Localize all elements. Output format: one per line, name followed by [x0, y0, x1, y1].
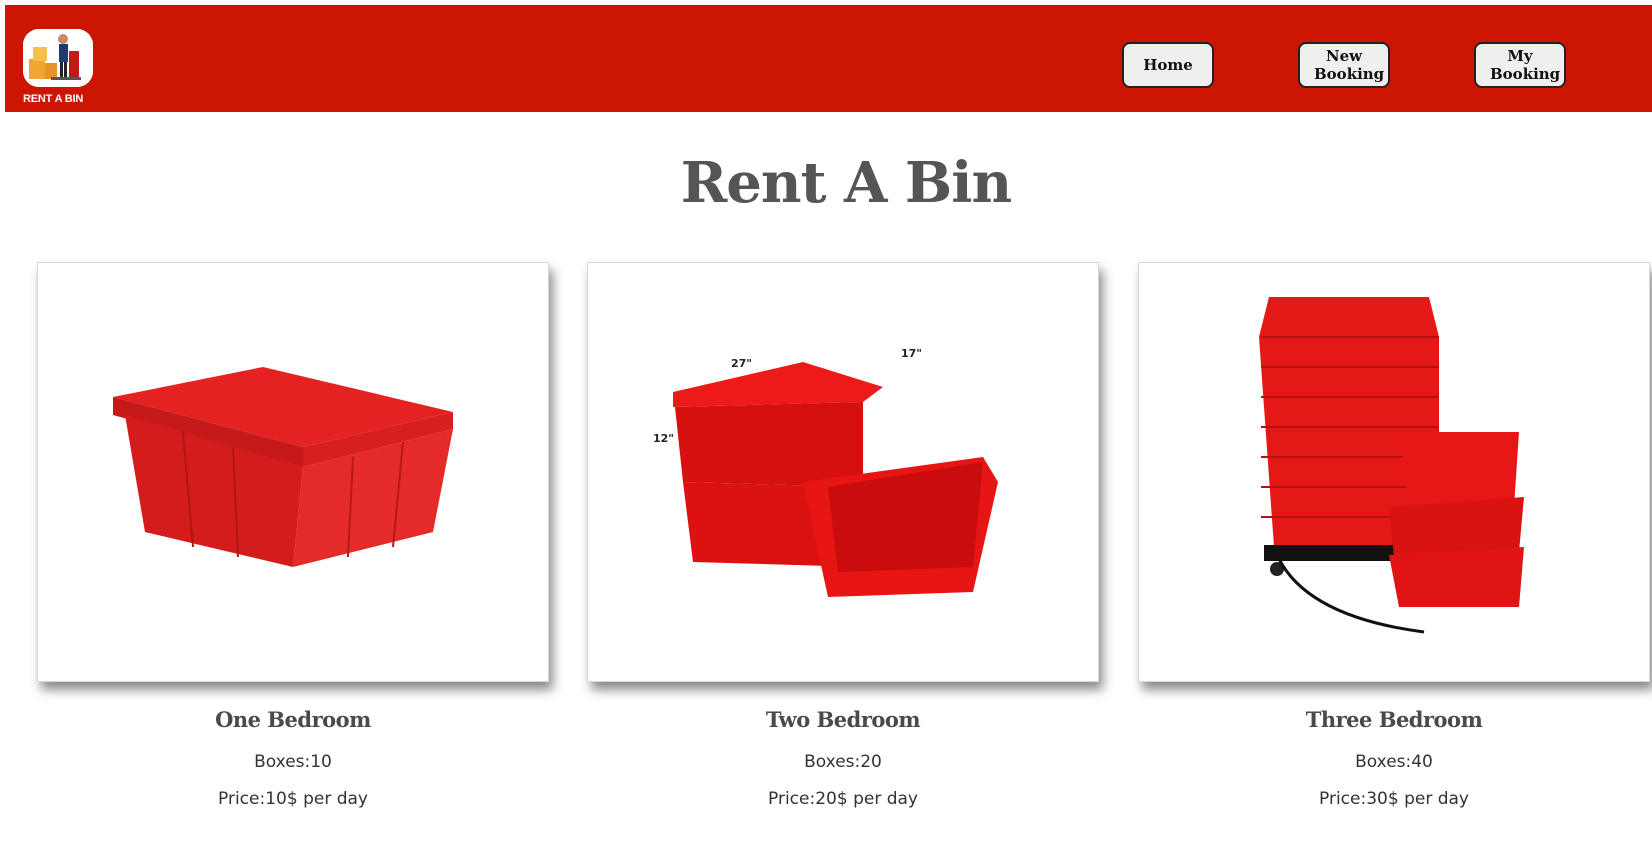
- svg-text:12": 12": [653, 432, 674, 445]
- top-navbar: RENT A BIN Home New Booking My Booking: [5, 5, 1652, 112]
- nav-new-booking-button[interactable]: New Booking: [1298, 42, 1390, 88]
- card-boxes: Boxes:40: [1355, 752, 1433, 772]
- card-boxes: Boxes:20: [804, 752, 882, 772]
- svg-text:17": 17": [901, 347, 922, 360]
- card-boxes: Boxes:10: [254, 752, 332, 772]
- page-title: Rent A Bin: [680, 150, 1013, 216]
- svg-text:27": 27": [731, 357, 752, 370]
- card-price: Price:10$ per day: [218, 789, 368, 809]
- nav-my-booking-label: My Booking: [1490, 47, 1561, 83]
- tall-bin-stack-icon: [1259, 297, 1524, 634]
- card-price: Price:30$ per day: [1319, 789, 1469, 809]
- card-image[interactable]: [1138, 262, 1650, 682]
- brand-name: RENT A BIN: [23, 93, 84, 105]
- card-price: Price:20$ per day: [768, 789, 918, 809]
- card-title: One Bedroom: [215, 707, 371, 732]
- card-image[interactable]: [37, 262, 549, 682]
- nav-new-booking-label: New Booking: [1314, 47, 1385, 83]
- card-title: Three Bedroom: [1305, 707, 1483, 732]
- nav-home-label: Home: [1143, 56, 1193, 74]
- plan-card-three-bedroom[interactable]: Three Bedroom Boxes:40 Price:30$ per day: [1138, 262, 1650, 809]
- card-image[interactable]: 27" 17" 12": [587, 262, 1099, 682]
- stacked-red-bins-icon: 27" 17" 12": [653, 347, 998, 597]
- plan-card-one-bedroom[interactable]: One Bedroom Boxes:10 Price:10$ per day: [37, 262, 549, 809]
- nav-my-booking-button[interactable]: My Booking: [1474, 42, 1566, 88]
- brand-logo-icon[interactable]: [23, 29, 93, 87]
- card-title: Two Bedroom: [765, 707, 921, 732]
- single-red-bin-icon: [113, 367, 453, 567]
- nav-home-button[interactable]: Home: [1122, 42, 1214, 88]
- plan-card-two-bedroom[interactable]: 27" 17" 12" Two Bedroom Boxes:20 Price:2…: [587, 262, 1099, 809]
